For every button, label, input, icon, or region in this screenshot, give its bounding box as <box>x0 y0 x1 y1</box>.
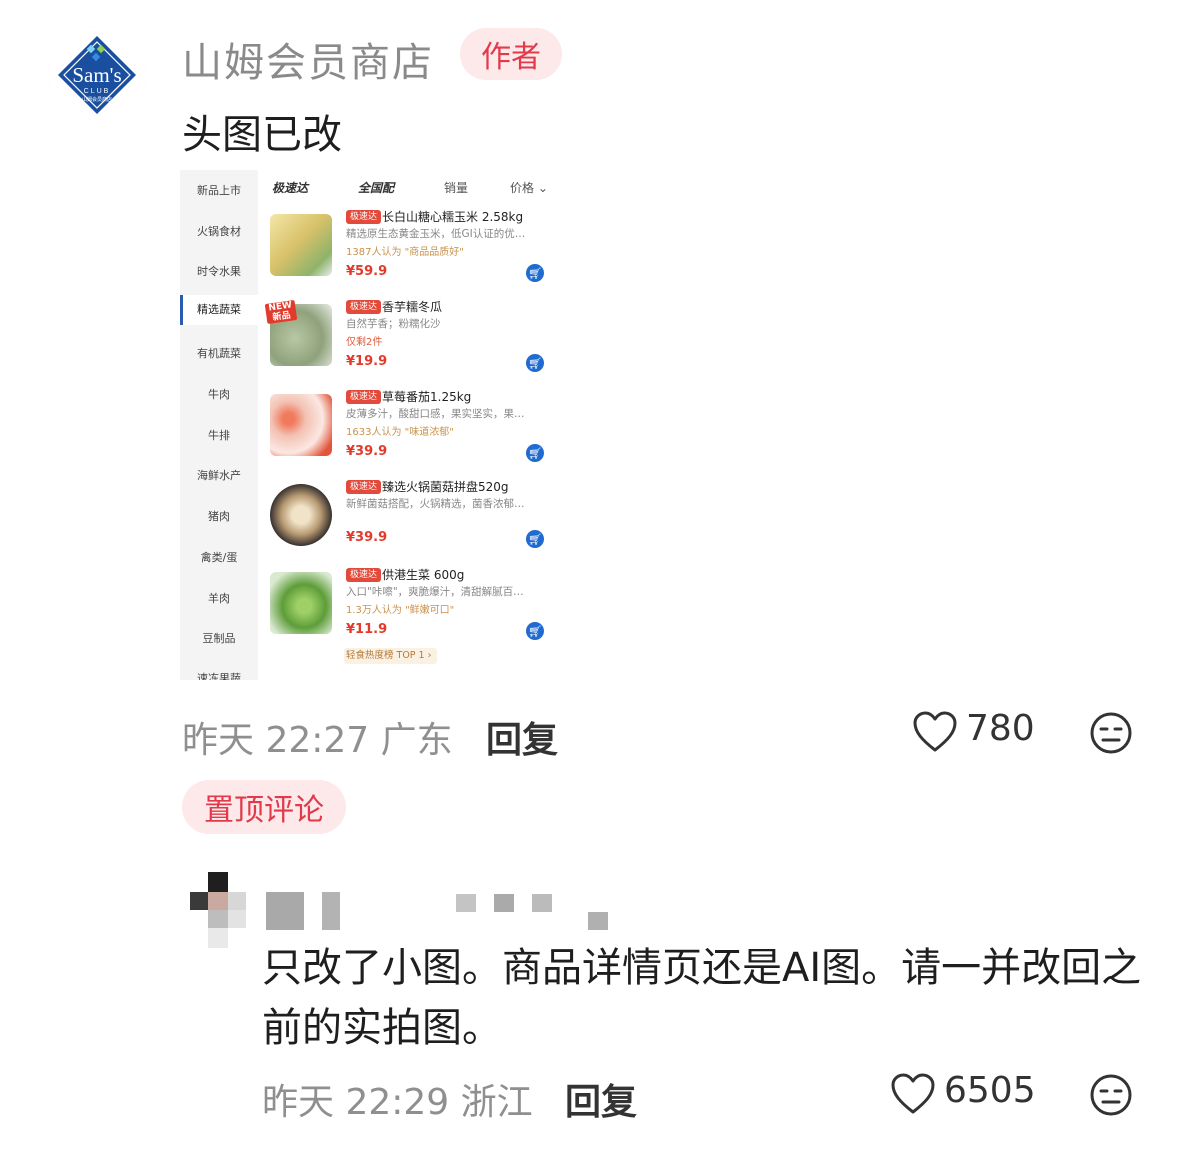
category-item-active: 精选蔬菜 <box>180 295 258 325</box>
express-badge: 极速达 <box>346 390 382 404</box>
cart-icon: 🛒︎ <box>526 530 544 548</box>
tab-price: 价格 ⌄ <box>510 181 548 195</box>
category-sidebar: 新品上市 火锅食材 时令水果 精选蔬菜 有机蔬菜 牛肉 牛排 海鲜水产 猪肉 禽… <box>180 170 258 680</box>
product-image-corn <box>270 214 332 276</box>
tab-nationwide: 全国配 <box>358 181 395 195</box>
product-image-lettuce <box>270 572 332 634</box>
author-comment-time: 昨天 22:27 广东 <box>182 720 453 761</box>
author-reply-button[interactable]: 回复 <box>486 711 558 763</box>
product-desc: 皮薄多汁，酸甜口感，果实坚实，果… <box>346 408 525 420</box>
category-item: 豆制品 <box>202 632 236 645</box>
tab-express: 极速达 <box>272 181 309 195</box>
product-price: ¥11.9 <box>346 622 388 637</box>
author-tag-badge: 作者 <box>460 28 562 80</box>
product-card: 极速达 臻选火锅菌菇拼盘520g 新鲜菌菇搭配，火锅精选，菌香浓郁… ¥39.9… <box>264 478 554 564</box>
sams-club-logo: Sam's CLUB 山姆会员商店 <box>48 26 146 124</box>
category-item: 有机蔬菜 <box>197 347 241 360</box>
logo-brand-text: Sam's <box>72 63 121 87</box>
comment-attached-image[interactable]: 新品上市 火锅食材 时令水果 精选蔬菜 有机蔬菜 牛肉 牛排 海鲜水产 猪肉 禽… <box>180 170 556 680</box>
express-badge: 极速达 <box>346 568 382 582</box>
author-avatar[interactable]: Sam's CLUB 山姆会员商店 <box>48 26 146 124</box>
category-item: 速冻果蔬 <box>197 672 241 680</box>
category-item: 海鲜水产 <box>197 469 241 482</box>
category-item: 牛肉 <box>208 388 230 401</box>
product-title: 供港生菜 600g <box>382 568 465 582</box>
new-product-badge: NEW 新品 <box>264 300 298 324</box>
category-item: 时令水果 <box>197 265 241 278</box>
logo-sub-text: 山姆会员商店 <box>82 96 112 103</box>
express-badge: 极速达 <box>346 480 382 494</box>
product-price: ¥59.9 <box>346 264 388 279</box>
category-item: 新品上市 <box>197 184 241 197</box>
author-like-count: 780 <box>966 708 1035 749</box>
category-item: 猪肉 <box>208 510 230 523</box>
cart-icon: 🛒︎ <box>526 354 544 372</box>
product-desc: 新鲜菌菇搭配，火锅精选，菌香浓郁… <box>346 498 525 510</box>
product-card: 极速达 香芋糯冬瓜 自然芋香；粉糯化沙 仅剩2件 ¥19.9 🛒︎ <box>264 298 554 384</box>
product-price: ¥19.9 <box>346 354 388 369</box>
reply-comment-text: 只改了小图。商品详情页还是AI图。请一并改回之前的实拍图。 <box>262 945 1142 1051</box>
blurred-username[interactable] <box>266 892 626 932</box>
product-image-mushroom <box>270 484 332 546</box>
product-card: 极速达 草莓番茄1.25kg 皮薄多汁，酸甜口感，果实坚实，果… 1633人认为… <box>264 388 554 474</box>
cart-icon: 🛒︎ <box>526 264 544 282</box>
reply-reply-button[interactable]: 回复 <box>565 1073 637 1125</box>
express-badge: 极速达 <box>346 210 382 224</box>
product-note: 1633人认为 "味道浓郁" <box>346 427 454 438</box>
tab-sales: 销量 <box>444 181 469 195</box>
category-item: 火锅食材 <box>197 225 241 238</box>
product-note: 1387人认为 "商品品质好" <box>346 247 464 258</box>
logo-club-text: CLUB <box>84 88 111 95</box>
heart-icon[interactable] <box>890 1072 936 1116</box>
product-title: 草莓番茄1.25kg <box>382 390 472 404</box>
rank-badge: 轻食热度榜 TOP 1 › <box>344 648 438 664</box>
heart-icon[interactable] <box>912 710 958 754</box>
product-title: 长白山糖心糯玉米 2.58kg <box>382 210 524 224</box>
author-comment-text: 头图已改 <box>182 112 342 158</box>
category-item: 羊肉 <box>208 592 230 605</box>
reply-comment-time: 昨天 22:29 浙江 <box>262 1082 533 1123</box>
product-card: 极速达 长白山糖心糯玉米 2.58kg 精选原生态黄金玉米，低GI认证的优… 1… <box>264 208 554 294</box>
expressionless-face-icon[interactable] <box>1088 710 1134 756</box>
reply-like-count: 6505 <box>944 1070 1036 1111</box>
product-desc: 入口"咔嚓"，爽脆爆汁，清甜解腻百… <box>346 586 524 598</box>
product-note: 1.3万人认为 "鲜嫩可口" <box>346 605 455 616</box>
product-desc: 自然芋香；粉糯化沙 <box>346 318 441 330</box>
cart-icon: 🛒︎ <box>526 444 544 462</box>
product-desc: 精选原生态黄金玉米，低GI认证的优… <box>346 228 526 240</box>
express-badge: 极速达 <box>346 300 382 314</box>
author-username[interactable]: 山姆会员商店 <box>182 30 434 88</box>
active-category-marker <box>180 295 183 325</box>
product-note: 仅剩2件 <box>346 337 383 348</box>
product-price: ¥39.9 <box>346 530 388 545</box>
pinned-comment-tag: 置顶评论 <box>182 780 346 834</box>
expressionless-face-icon[interactable] <box>1088 1072 1134 1118</box>
product-image-tomato <box>270 394 332 456</box>
blurred-avatar[interactable] <box>190 872 250 952</box>
product-card: 极速达 供港生菜 600g 入口"咔嚓"，爽脆爆汁，清甜解腻百… 1.3万人认为… <box>264 566 554 652</box>
category-item: 禽类/蛋 <box>200 551 238 564</box>
sort-tabs: 极速达 全国配 销量 价格 ⌄ <box>272 179 552 197</box>
product-title: 臻选火锅菌菇拼盘520g <box>382 480 509 494</box>
product-title: 香芋糯冬瓜 <box>382 300 443 314</box>
category-item: 牛排 <box>208 429 230 442</box>
product-price: ¥39.9 <box>346 444 388 459</box>
cart-icon: 🛒︎ <box>526 622 544 640</box>
